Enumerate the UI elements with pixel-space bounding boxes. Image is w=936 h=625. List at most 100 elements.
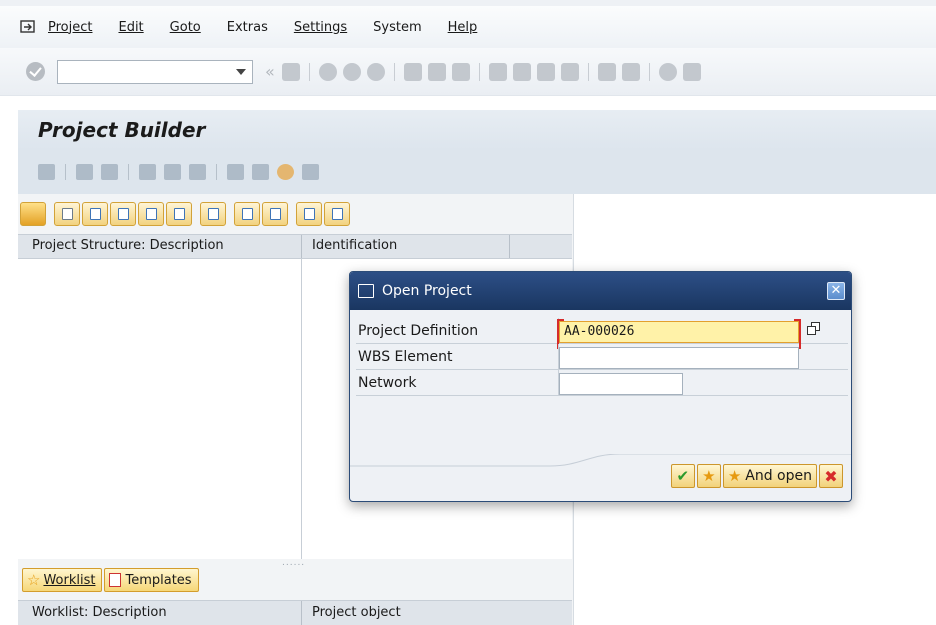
save-icon[interactable]: [281, 62, 300, 81]
tab-worklist[interactable]: ☆ Worklist: [22, 568, 103, 592]
previous-page-icon[interactable]: [512, 62, 531, 81]
toolbar-separator: [216, 164, 217, 180]
chevron-up-icon: [332, 208, 343, 220]
add-to-worklist-button[interactable]: ★: [696, 464, 721, 488]
first-page-icon[interactable]: [488, 62, 507, 81]
next-page-icon[interactable]: [536, 62, 555, 81]
add-and-open-button[interactable]: ★ And open: [722, 464, 817, 488]
column-header-description[interactable]: Project Structure: Description: [18, 235, 302, 258]
dialog-title-bar[interactable]: Open Project ✕: [350, 272, 851, 310]
menu-settings[interactable]: Settings: [294, 20, 347, 35]
toolbar-separator: [478, 62, 480, 81]
open-folder-button[interactable]: [20, 202, 46, 226]
hierarchy-graphic-icon[interactable]: [164, 164, 181, 180]
status-icon[interactable]: [277, 164, 294, 180]
scissors-icon: [90, 208, 101, 220]
structure-grid-header: Project Structure: Description Identific…: [18, 234, 572, 259]
ok-icon[interactable]: [26, 62, 45, 81]
layout-icon[interactable]: [682, 62, 701, 81]
chevron-down-icon: [304, 208, 315, 220]
network-graphic-icon[interactable]: [189, 164, 206, 180]
menu-edit[interactable]: Edit: [118, 20, 143, 35]
find-icon[interactable]: [427, 62, 446, 81]
dialog-buttons: ✔ ★ ★ And open ✖: [669, 464, 843, 488]
undo-button[interactable]: [166, 202, 192, 226]
collapse-button[interactable]: [324, 202, 350, 226]
shortcut-icon[interactable]: [621, 62, 640, 81]
cancel-icon[interactable]: [366, 62, 385, 81]
help-icon[interactable]: [658, 62, 677, 81]
close-icon: ✖: [824, 466, 838, 486]
previous-object-icon[interactable]: [76, 164, 93, 180]
enter-icon[interactable]: [20, 19, 36, 35]
tab-templates[interactable]: Templates: [104, 568, 199, 592]
wbs-element-input[interactable]: [559, 347, 799, 369]
application-toolbar: [18, 150, 936, 194]
possible-entries-icon[interactable]: [807, 322, 821, 336]
menu-help[interactable]: Help: [448, 20, 478, 35]
new-document-button[interactable]: [54, 202, 80, 226]
menu-goto[interactable]: Goto: [170, 20, 201, 35]
splitter-handle[interactable]: ......: [282, 558, 305, 568]
checkmark-icon: ✔: [676, 467, 690, 485]
toolbar-separator: [128, 164, 129, 180]
back-icon[interactable]: [318, 62, 337, 81]
close-icon[interactable]: ✕: [827, 282, 845, 300]
undo-icon: [174, 208, 185, 220]
column-header-project-object[interactable]: Project object: [302, 601, 401, 625]
binoculars-next-icon: [270, 208, 281, 220]
project-definition-input[interactable]: AA-000026: [557, 319, 801, 349]
next-object-icon[interactable]: [101, 164, 118, 180]
star-add-icon: ★: [702, 467, 716, 485]
command-field[interactable]: [57, 59, 253, 84]
standard-toolbar: «: [0, 48, 936, 96]
menu-system[interactable]: System: [373, 20, 421, 35]
and-open-label: And open: [745, 468, 812, 484]
change-display-icon[interactable]: [38, 164, 55, 180]
menu-project[interactable]: Project: [48, 20, 92, 35]
tab-worklist-label: Worklist: [43, 572, 96, 588]
list-icon[interactable]: [227, 164, 244, 180]
worklist-grid-header: Worklist: Description Project object: [18, 600, 572, 625]
copy-icon: [118, 208, 129, 220]
new-session-icon[interactable]: [597, 62, 616, 81]
toolbar-separator: [65, 164, 66, 180]
delete-button[interactable]: [200, 202, 226, 226]
expand-button[interactable]: [296, 202, 322, 226]
field-row-project-definition: Project Definition AA-000026: [356, 318, 848, 349]
star-icon: ☆: [27, 571, 41, 589]
document-icon: [62, 208, 73, 220]
toolbar-separator: [587, 62, 589, 81]
cancel-button[interactable]: ✖: [819, 464, 843, 488]
title-bar: Project Builder: [18, 110, 936, 150]
field-row-wbs-element: WBS Element: [356, 344, 848, 370]
find-button[interactable]: [234, 202, 260, 226]
field-row-network: Network: [356, 370, 848, 396]
column-header-identification[interactable]: Identification: [302, 235, 510, 258]
paste-button[interactable]: [138, 202, 164, 226]
find-next-icon[interactable]: [451, 62, 470, 81]
exit-icon[interactable]: [342, 62, 361, 81]
continue-button[interactable]: ✔: [670, 464, 695, 488]
last-page-icon[interactable]: [560, 62, 579, 81]
copy-button[interactable]: [110, 202, 136, 226]
chevron-left-icon[interactable]: «: [265, 62, 275, 81]
menu-extras[interactable]: Extras: [227, 20, 268, 35]
structure-toolbar: [18, 200, 352, 228]
binoculars-icon: [242, 208, 253, 220]
chevron-down-icon[interactable]: [236, 68, 246, 75]
cut-button[interactable]: [82, 202, 108, 226]
overview-icon[interactable]: [302, 164, 319, 180]
toolbar-separator: [648, 62, 650, 81]
column-header-worklist-description[interactable]: Worklist: Description: [18, 601, 302, 625]
find-next-button[interactable]: [262, 202, 288, 226]
menu-bar: Project Edit Goto Extras Settings System…: [0, 0, 936, 48]
toolbar-separator: [308, 62, 310, 81]
dialog-body: Project Definition AA-000026 WBS Element…: [356, 318, 848, 396]
star-add-icon: ★: [727, 467, 742, 485]
trash-icon: [208, 208, 219, 220]
network-input[interactable]: [559, 373, 683, 395]
print-icon[interactable]: [403, 62, 422, 81]
edit-icon[interactable]: [252, 164, 269, 180]
structure-icon[interactable]: [139, 164, 156, 180]
